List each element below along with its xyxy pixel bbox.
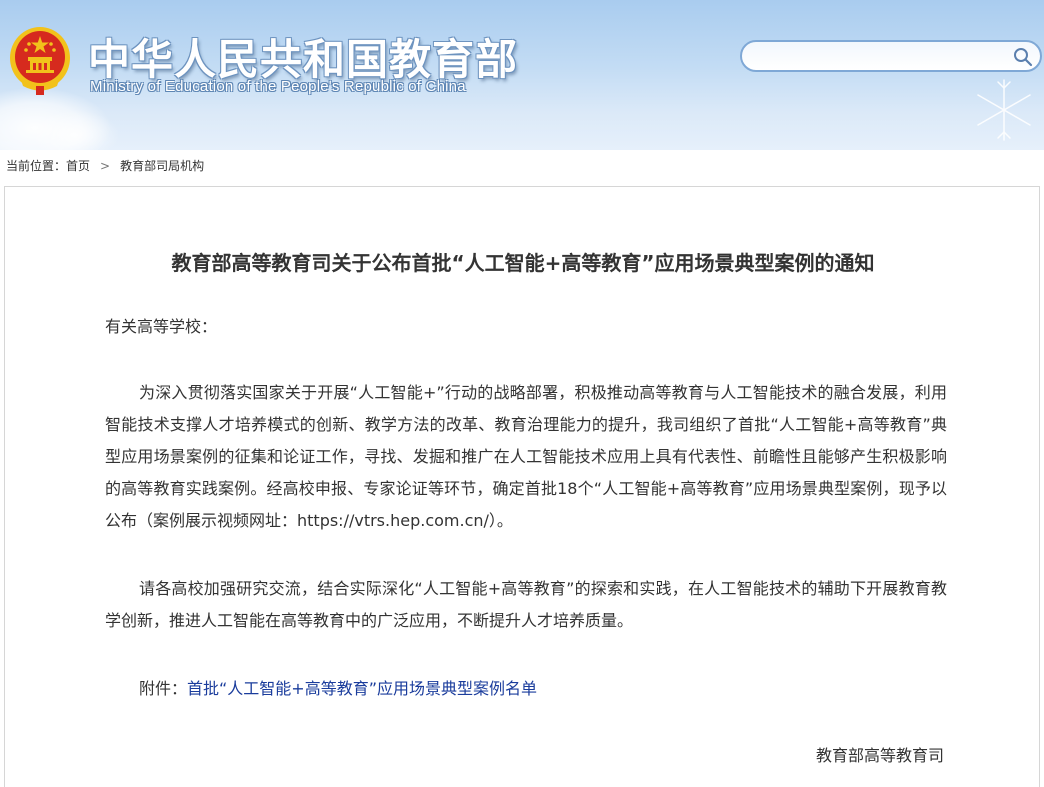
chevron-right-icon: > <box>100 159 111 173</box>
breadcrumb-prefix: 当前位置： <box>6 159 67 173</box>
attachment-line: 附件：首批“人工智能+高等教育”应用场景典型案例名单 <box>105 673 981 705</box>
article-paragraph: 为深入贯彻落实国家关于开展“人工智能+”行动的战略部署，积极推动高等教育与人工智… <box>105 383 947 530</box>
article-panel: 教育部高等教育司关于公布首批“人工智能+高等教育”应用场景典型案例的通知 有关高… <box>4 186 1040 787</box>
page: 中华人民共和国教育部 Ministry of Education of the … <box>0 0 1044 787</box>
attachment-label: 附件： <box>139 679 188 698</box>
search-icon[interactable] <box>1012 46 1034 68</box>
search-input[interactable] <box>756 46 1010 68</box>
search-box <box>740 40 1042 72</box>
national-emblem-icon <box>10 27 70 95</box>
breadcrumb-department-link[interactable]: 教育部司局机构 <box>120 159 204 173</box>
site-subtitle: Ministry of Education of the People's Re… <box>90 78 466 95</box>
article-paragraph: 请各高校加强研究交流，结合实际深化“人工智能+高等教育”的探索和实践，在人工智能… <box>105 579 947 630</box>
article-title: 教育部高等教育司关于公布首批“人工智能+高等教育”应用场景典型案例的通知 <box>171 251 875 275</box>
attachment-link[interactable]: 首批“人工智能+高等教育”应用场景典型案例名单 <box>187 679 537 698</box>
breadcrumb-home-link[interactable]: 首页 <box>66 159 90 173</box>
breadcrumb: 当前位置：首页 > 教育部司局机构 <box>6 157 204 174</box>
article-greeting: 有关高等学校： <box>105 317 218 336</box>
site-header: 中华人民共和国教育部 Ministry of Education of the … <box>0 0 1044 150</box>
article-signature: 教育部高等教育司 <box>815 746 944 765</box>
snowflake-decoration-icon <box>977 79 1031 141</box>
